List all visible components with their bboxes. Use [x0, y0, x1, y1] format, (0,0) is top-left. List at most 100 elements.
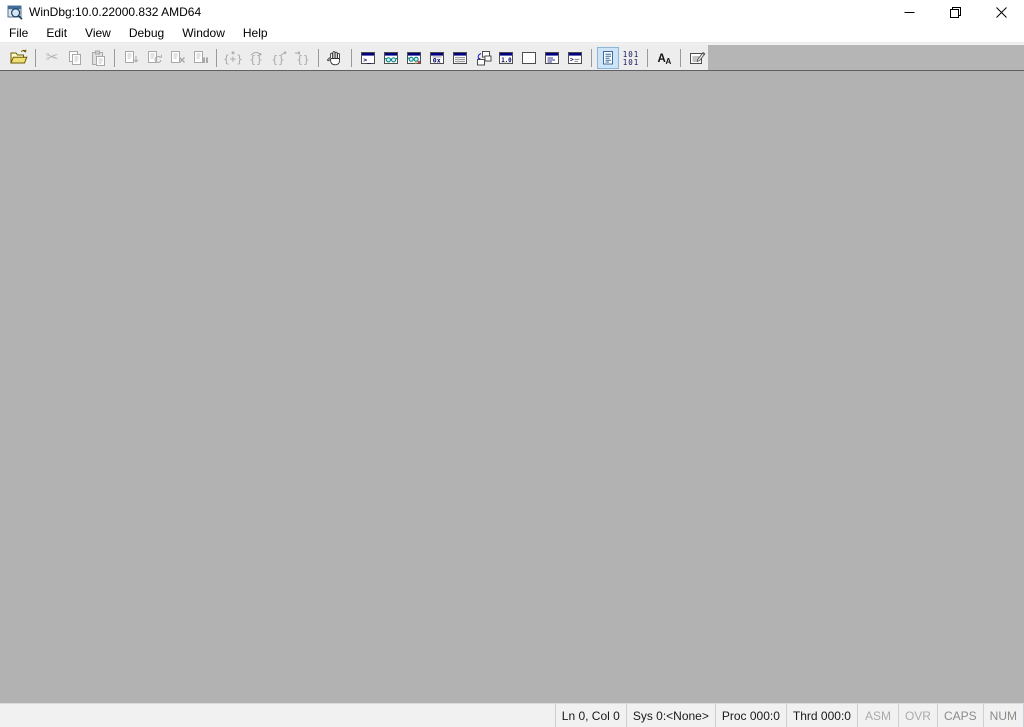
doc-break-icon	[194, 50, 208, 63]
restore-button[interactable]	[932, 0, 978, 24]
step-out-icon: {}	[271, 51, 287, 66]
breakpoint-button[interactable]	[324, 47, 346, 69]
toolbar-separator	[318, 48, 319, 67]
restart-button[interactable]	[143, 47, 165, 69]
close-icon	[995, 6, 1007, 18]
toolbar-separator	[114, 48, 115, 67]
copy-button[interactable]	[64, 47, 86, 69]
source-doc-icon	[603, 50, 613, 64]
menu-help[interactable]: Help	[234, 24, 277, 42]
mdi-workspace	[0, 71, 1024, 703]
menu-view[interactable]: View	[76, 24, 120, 42]
cut-button[interactable]: ✂	[41, 47, 63, 69]
doc-go-icon	[125, 50, 139, 63]
close-button[interactable]	[978, 0, 1024, 24]
toolbar-separator	[216, 48, 217, 67]
svg-text:101: 101	[623, 58, 640, 67]
step-out-button[interactable]: {}	[268, 47, 290, 69]
step-over-button[interactable]: {}	[245, 47, 267, 69]
open-source-file-button[interactable]	[8, 47, 30, 69]
scratch-pad-button[interactable]	[518, 47, 540, 69]
status-thread: Thrd 000:0	[785, 704, 857, 727]
window-title: WinDbg:10.0.22000.832 AMD64	[29, 5, 202, 19]
101-101-icon: 101 101	[623, 49, 640, 67]
svg-text:A: A	[666, 57, 672, 66]
status-caps-indicator: CAPS	[936, 704, 983, 727]
toolbar: ✂ {+} {} {} {} >_ 0x 1.0 > 101 101 A A	[0, 43, 1024, 71]
locals-window-button[interactable]	[403, 47, 425, 69]
options-button[interactable]	[686, 47, 708, 69]
toolbar-separator	[35, 48, 36, 67]
step-into-icon: {+}	[224, 50, 242, 65]
registers-window-icon: 0x	[430, 51, 444, 64]
toolbar-separator	[591, 48, 592, 67]
command-browser-window-button[interactable]: >	[564, 47, 586, 69]
command-window-icon: >_	[361, 51, 375, 64]
memory-window-button[interactable]	[449, 47, 471, 69]
minimize-icon	[904, 11, 914, 13]
step-into-button[interactable]: {+}	[222, 47, 244, 69]
call-stack-window-button[interactable]	[472, 47, 494, 69]
titlebar: WinDbg:10.0.22000.832 AMD64	[0, 0, 1024, 24]
source-mode-on-button[interactable]	[597, 46, 619, 69]
restore-icon	[949, 6, 961, 18]
menu-file[interactable]: File	[0, 24, 37, 42]
run-to-cursor-icon: {}	[295, 50, 310, 66]
watch-window-button[interactable]	[380, 47, 402, 69]
toolbar-band: ✂ {+} {} {} {} >_ 0x 1.0 > 101 101 A A	[0, 45, 708, 70]
statusbar: Ln 0, Col 0 Sys 0:<None> Proc 000:0 Thrd…	[0, 703, 1024, 727]
assembly-mode-button[interactable]: 101 101	[620, 47, 642, 69]
status-ovr-indicator: OVR	[897, 704, 937, 727]
paste-icon	[92, 50, 105, 66]
svg-text:{}: {}	[296, 53, 309, 66]
break-button[interactable]	[189, 47, 211, 69]
disassembly-window-icon: 1.0	[499, 51, 513, 64]
paste-button[interactable]	[87, 47, 109, 69]
copy-icon	[69, 50, 81, 65]
menu-window[interactable]: Window	[173, 24, 234, 42]
locals-window-icon	[407, 51, 421, 64]
toolbar-separator	[680, 48, 681, 67]
doc-restart-icon	[148, 50, 163, 63]
disassembly-window-button[interactable]: 1.0	[495, 47, 517, 69]
processes-window-icon	[545, 51, 559, 64]
font-aa-icon: A A	[658, 53, 672, 66]
scissors-icon: ✂	[45, 49, 59, 66]
memory-window-icon	[453, 51, 467, 64]
open-folder-icon	[10, 49, 28, 63]
toolbar-separator	[351, 48, 352, 67]
command-window-button[interactable]: >_	[357, 47, 379, 69]
command-browser-icon: >	[568, 51, 582, 64]
stop-debugging-button[interactable]	[166, 47, 188, 69]
menu-debug[interactable]: Debug	[120, 24, 173, 42]
svg-text:>: >	[570, 56, 574, 63]
minimize-button[interactable]	[886, 0, 932, 24]
status-line-col: Ln 0, Col 0	[554, 704, 626, 727]
status-process: Proc 000:0	[714, 704, 786, 727]
run-to-cursor-button[interactable]: {}	[291, 47, 313, 69]
status-system: Sys 0:<None>	[625, 704, 715, 727]
menubar: File Edit View Debug Window Help	[0, 24, 1024, 43]
toolbar-separator	[647, 48, 648, 67]
windbg-app-icon	[7, 5, 23, 20]
processes-threads-window-button[interactable]	[541, 47, 563, 69]
menu-edit[interactable]: Edit	[37, 24, 76, 42]
svg-text:{+}: {+}	[224, 52, 242, 65]
call-stack-icon	[477, 50, 492, 65]
svg-text:{}: {}	[271, 53, 284, 66]
statusbar-spacer	[0, 704, 555, 727]
font-button[interactable]: A A	[653, 47, 675, 69]
options-doc-pencil-icon	[690, 51, 706, 64]
go-button[interactable]	[120, 47, 142, 69]
watch-window-icon	[384, 51, 398, 64]
scratch-pad-icon	[522, 51, 536, 64]
svg-text:1.0: 1.0	[501, 57, 512, 63]
status-asm-indicator: ASM	[856, 704, 898, 727]
svg-text:0x: 0x	[433, 56, 441, 64]
hand-icon	[327, 50, 340, 65]
windbg-window: WinDbg:10.0.22000.832 AMD64 File Edit Vi…	[0, 0, 1024, 727]
step-over-icon: {}	[249, 51, 263, 66]
registers-window-button[interactable]: 0x	[426, 47, 448, 69]
doc-stop-icon	[171, 50, 185, 63]
svg-text:>_: >_	[363, 56, 371, 64]
